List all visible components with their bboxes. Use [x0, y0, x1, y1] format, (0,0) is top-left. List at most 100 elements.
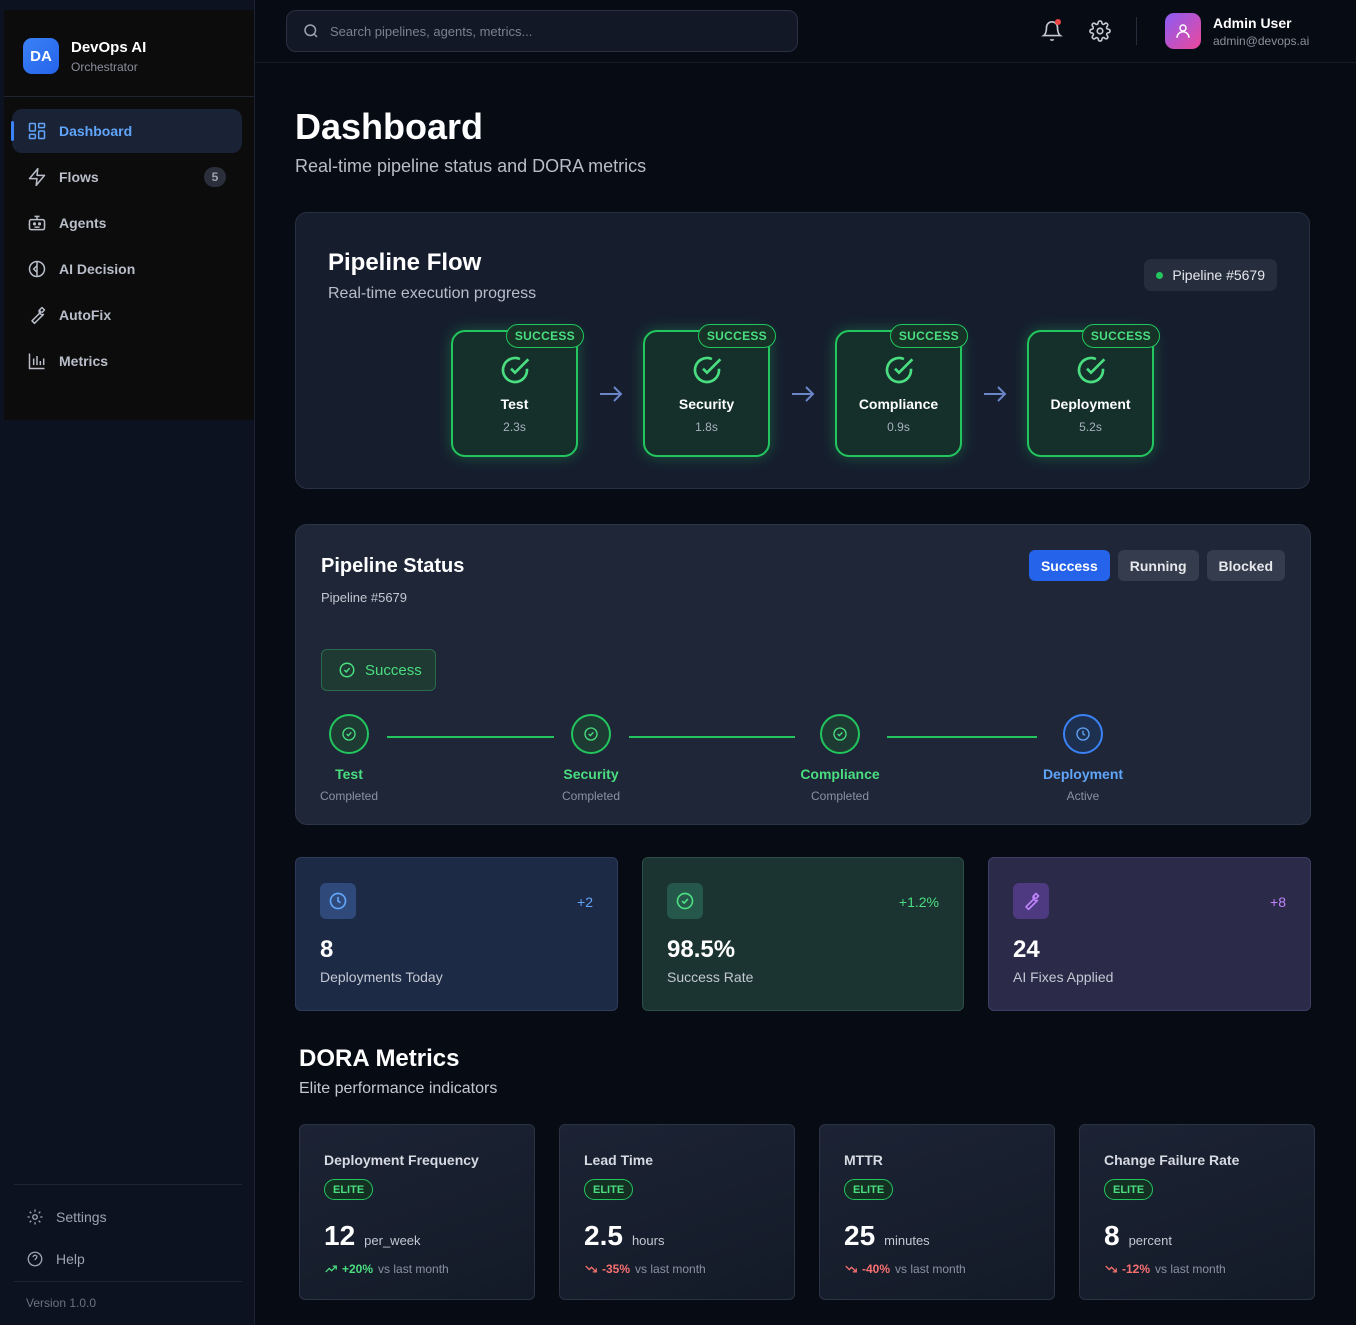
flow-stage-security[interactable]: SUCCESS Security 1.8s: [643, 324, 776, 457]
sidebar-item-label: Metrics: [59, 353, 109, 369]
arrow-right-icon: [792, 386, 815, 402]
progress-connector: [629, 736, 795, 738]
notifications-button[interactable]: [1041, 19, 1063, 42]
stat-delta: +1.2%: [898, 894, 939, 910]
stat-delta: +8: [1270, 894, 1286, 910]
stat-icon-box: [320, 883, 356, 919]
status-tabs: Success Running Blocked: [1021, 550, 1285, 581]
sidebar-item-label: Agents: [59, 215, 107, 231]
status-badge: Success: [321, 649, 436, 691]
trend-value: +20%: [342, 1262, 374, 1276]
dora-metric-value: 25: [844, 1220, 876, 1251]
settings-button[interactable]: [1089, 20, 1111, 42]
dora-subtitle: Elite performance indicators: [299, 1080, 498, 1097]
dora-metric-name: MTTR: [844, 1152, 883, 1168]
sidebar-item-settings[interactable]: Settings: [14, 1197, 244, 1237]
clock-icon: [329, 892, 347, 910]
clock-icon: [1076, 727, 1090, 741]
tab-running[interactable]: Running: [1117, 550, 1199, 581]
sidebar-item-help[interactable]: Help: [14, 1239, 244, 1279]
lightning-icon: [28, 167, 46, 187]
step-indicator: [571, 714, 611, 754]
step-indicator: [1063, 714, 1103, 754]
trend-value: -35%: [602, 1262, 631, 1276]
sidebar-item-agents[interactable]: Agents: [12, 201, 242, 245]
trend-note: vs last month: [895, 1262, 966, 1276]
check-circle-icon: [342, 727, 356, 741]
stage-name: Security: [678, 396, 735, 412]
gear-icon: [1089, 20, 1111, 42]
pipeline-status-card: Pipeline Status Pipeline #5679 Success R…: [295, 524, 1311, 825]
sidebar-item-ai-decision[interactable]: AI Decision: [12, 247, 242, 291]
brand-name: DevOps AI: [71, 38, 147, 56]
trend-note: vs last month: [1155, 1262, 1226, 1276]
sidebar-item-label: Settings: [56, 1209, 107, 1225]
sidebar-item-dashboard[interactable]: Dashboard: [11, 109, 242, 153]
dora-metric-unit: percent: [1128, 1233, 1172, 1248]
robot-icon: [28, 215, 46, 231]
bar-chart-icon: [28, 353, 45, 370]
step-state: Completed: [810, 789, 870, 803]
sidebar-item-metrics[interactable]: Metrics: [12, 339, 242, 383]
trending-down-icon: [585, 1265, 597, 1273]
dora-metric-name: Change Failure Rate: [1104, 1152, 1240, 1168]
stage-duration: 1.8s: [695, 420, 718, 434]
dora-metric-unit: per_week: [364, 1233, 421, 1248]
stat-label: AI Fixes Applied: [1013, 969, 1114, 985]
pipeline-flow-card: Pipeline Flow Real-time execution progre…: [295, 212, 1310, 489]
progress-step-test[interactable]: Test Completed: [289, 714, 409, 803]
sidebar-item-flows[interactable]: Flows 5: [12, 155, 242, 199]
stat-card-deployments[interactable]: +2 8 Deployments Today: [295, 857, 618, 1011]
trend-value: -40%: [862, 1262, 891, 1276]
dora-trend: -40% vs last month: [844, 1262, 966, 1276]
stat-card-success-rate[interactable]: +1.2% 98.5% Success Rate: [642, 857, 964, 1011]
step-indicator: [329, 714, 369, 754]
progress-step-deployment[interactable]: Deployment Active: [1023, 714, 1143, 803]
stage-status-badge: SUCCESS: [697, 324, 776, 348]
dora-metric-value: 8: [1104, 1220, 1120, 1251]
sidebar-item-autofix[interactable]: AutoFix: [12, 293, 242, 337]
step-name: Test: [335, 766, 363, 782]
pipeline-status-title: Pipeline Status: [321, 555, 465, 577]
step-indicator: [820, 714, 860, 754]
dora-card-lead-time[interactable]: Lead Time ELITE 2.5 hours -35% vs last m…: [559, 1124, 795, 1300]
step-state: Active: [1066, 789, 1100, 803]
tab-blocked[interactable]: Blocked: [1206, 550, 1285, 581]
stat-card-ai-fixes[interactable]: +8 24 AI Fixes Applied: [988, 857, 1311, 1011]
version-label: Version 1.0.0: [26, 1296, 97, 1310]
stat-value: 24: [1013, 936, 1040, 963]
search-bar[interactable]: [286, 10, 798, 52]
progress-connector: [387, 736, 554, 738]
tab-success[interactable]: Success: [1028, 550, 1110, 581]
sidebar-divider: [14, 1281, 242, 1282]
user-menu[interactable]: Admin User admin@devops.ai: [1165, 13, 1309, 49]
trending-down-icon: [1105, 1265, 1117, 1273]
notification-dot: [1055, 19, 1061, 25]
stage-status-badge: SUCCESS: [1081, 324, 1160, 348]
dora-card-deployment-frequency[interactable]: Deployment Frequency ELITE 12 per_week +…: [299, 1124, 535, 1300]
dora-card-change-failure-rate[interactable]: Change Failure Rate ELITE 8 percent -12%…: [1079, 1124, 1315, 1300]
flow-stage-deployment[interactable]: SUCCESS Deployment 5.2s: [1027, 324, 1160, 457]
stage-status-badge: SUCCESS: [889, 324, 968, 348]
status-badge-label: Success: [365, 661, 422, 679]
user-name: Admin User: [1213, 14, 1292, 31]
dora-metric-value: 2.5: [584, 1220, 623, 1251]
page-title: Dashboard: [295, 106, 484, 147]
brand-subtitle: Orchestrator: [71, 59, 138, 74]
stat-icon-box: [1013, 883, 1049, 919]
check-circle-icon: [501, 356, 529, 384]
dora-trend: -12% vs last month: [1104, 1262, 1226, 1276]
dora-card-mttr[interactable]: MTTR ELITE 25 minutes -40% vs last month: [819, 1124, 1055, 1300]
brand[interactable]: DA DevOps AI Orchestrator: [23, 38, 146, 74]
sidebar-item-label: Help: [56, 1251, 85, 1267]
stat-icon-box: [667, 883, 703, 919]
check-circle-icon: [584, 727, 598, 741]
performance-badge: ELITE: [584, 1179, 634, 1200]
flow-stage-compliance[interactable]: SUCCESS Compliance 0.9s: [835, 324, 968, 457]
stage-name: Compliance: [858, 396, 939, 412]
pipeline-flow-subtitle: Real-time execution progress: [328, 285, 537, 302]
progress-step-compliance[interactable]: Compliance Completed: [780, 714, 900, 803]
search-input[interactable]: [330, 23, 770, 39]
flow-stage-test[interactable]: SUCCESS Test 2.3s: [451, 324, 584, 457]
progress-step-security[interactable]: Security Completed: [531, 714, 651, 803]
